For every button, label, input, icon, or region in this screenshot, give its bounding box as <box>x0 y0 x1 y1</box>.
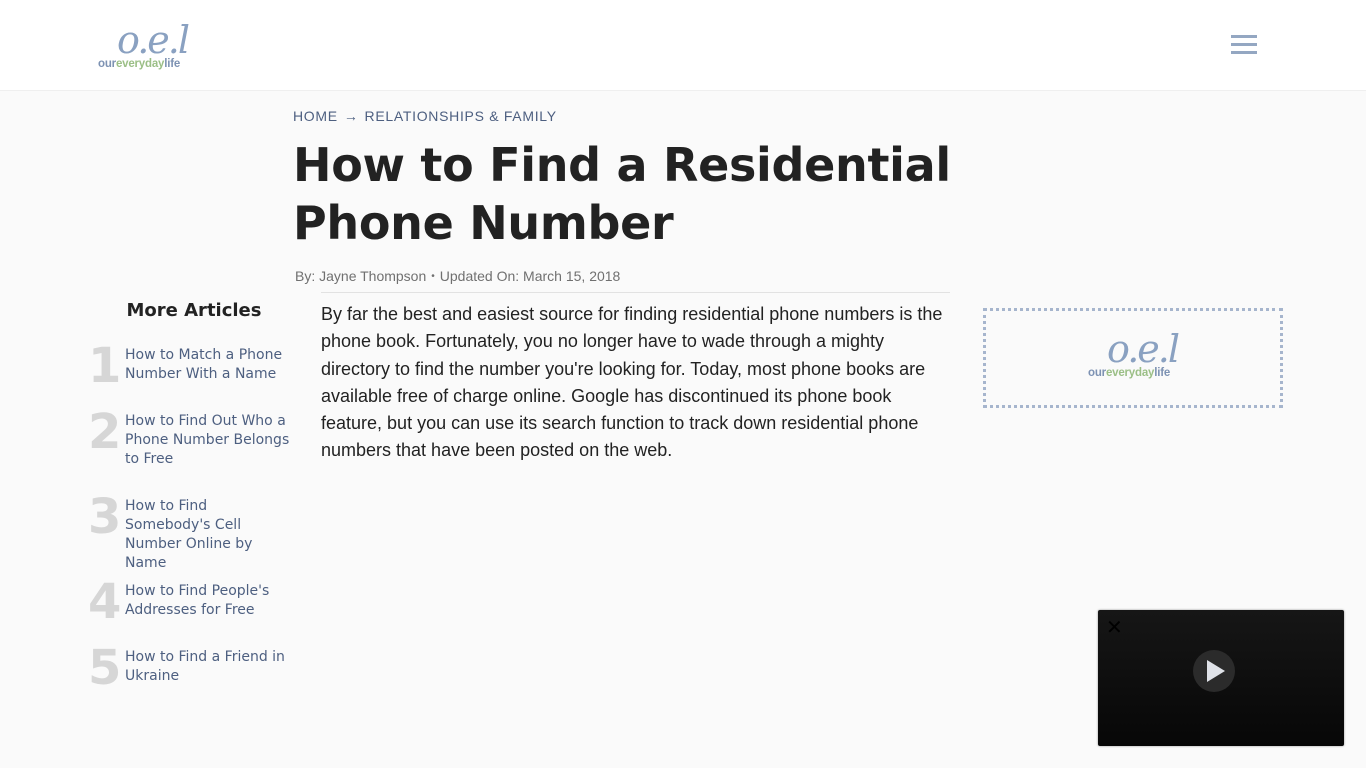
logo-word-everyday: everyday <box>115 58 165 70</box>
logo-word-our: our <box>1088 367 1106 379</box>
breadcrumb-home[interactable]: HOME <box>293 108 338 124</box>
article-number: 1 <box>88 338 122 394</box>
play-icon[interactable] <box>1193 650 1235 692</box>
logo-word-life: life <box>164 58 181 70</box>
ad-placeholder[interactable]: o.e.l oureverydaylife <box>983 308 1283 408</box>
article-body: By far the best and easiest source for f… <box>321 304 943 461</box>
more-articles-heading: More Articles <box>126 300 262 321</box>
more-article-link-5[interactable]: How to Find a Friend in Ukraine <box>125 648 295 686</box>
hamburger-menu-icon[interactable] <box>1231 35 1258 56</box>
breadcrumb-arrow-icon: → <box>343 108 359 124</box>
page-title: How to Find a Residential Phone Number <box>293 138 951 250</box>
site-header: o.e.l oureverydaylife <box>0 0 1366 91</box>
breadcrumb-relationships-family[interactable]: RELATIONSHIPS & FAMILY <box>365 108 557 124</box>
article-number: 2 <box>88 404 122 460</box>
logo-word-our: our <box>98 58 116 70</box>
ad-logo: o.e.l oureverydaylife <box>1087 327 1187 387</box>
logo-mark: o.e.l <box>1107 327 1180 371</box>
more-article-link-3[interactable]: How to Find Somebody's Cell Number Onlin… <box>125 497 295 573</box>
byline-divider <box>321 292 950 293</box>
more-articles-sidebar: More Articles 1 How to Match a Phone Num… <box>86 300 296 696</box>
byline-author: By: Jayne Thompson <box>295 268 427 284</box>
logo-wordmark: oureverydaylife <box>98 58 180 70</box>
more-article-link-2[interactable]: How to Find Out Who a Phone Number Belon… <box>125 412 295 469</box>
article-number: 5 <box>88 640 122 696</box>
logo-word-everyday: everyday <box>1105 367 1155 379</box>
more-article-link-4[interactable]: How to Find People's Addresses for Free <box>125 582 295 620</box>
close-icon[interactable]: ✕ <box>1106 616 1123 638</box>
more-article-link-1[interactable]: How to Match a Phone Number With a Name <box>125 346 295 384</box>
byline-separator: • <box>431 271 435 282</box>
article-number: 3 <box>88 489 122 545</box>
article-number: 4 <box>88 574 122 630</box>
logo-wordmark: oureverydaylife <box>1088 367 1170 379</box>
breadcrumb: HOME → RELATIONSHIPS & FAMILY <box>293 108 557 124</box>
floating-video-player[interactable]: ✕ <box>1098 610 1344 746</box>
site-logo[interactable]: o.e.l oureverydaylife <box>97 18 197 74</box>
byline-updated: Updated On: March 15, 2018 <box>439 268 621 284</box>
byline: By: Jayne Thompson • Updated On: March 15,… <box>295 268 620 284</box>
logo-word-life: life <box>1154 367 1171 379</box>
logo-mark: o.e.l <box>117 18 190 62</box>
